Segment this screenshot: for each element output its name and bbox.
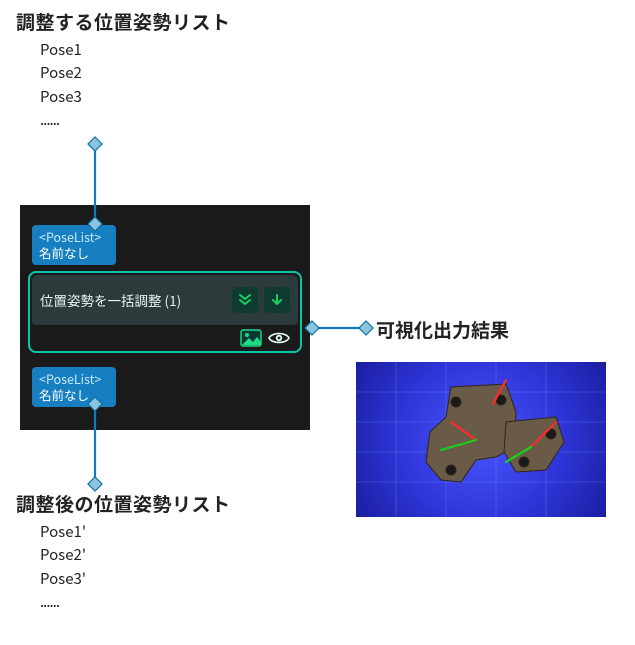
collapse-button[interactable] xyxy=(232,287,258,313)
viz-output-image xyxy=(356,362,606,517)
input-pose-list: Pose1 Pose2 Pose3 ...... xyxy=(40,38,82,131)
list-item: Pose1' xyxy=(40,520,86,543)
list-ellipsis: ...... xyxy=(40,590,86,613)
list-item: Pose1 xyxy=(40,38,82,61)
node-canvas: <PoseList> 名前なし 位置姿勢を一括調整 (1) xyxy=(20,205,310,430)
viz-output-label: 可視化出力結果 xyxy=(376,316,509,343)
node-frame[interactable]: 位置姿勢を一括調整 (1) xyxy=(28,271,302,353)
port-name: 名前なし xyxy=(39,245,109,261)
output-heading: 調整後の位置姿勢リスト xyxy=(16,490,231,517)
input-heading: 調整する位置姿勢リスト xyxy=(16,8,231,35)
list-item: Pose3 xyxy=(40,85,82,108)
input-port[interactable]: <PoseList> 名前なし xyxy=(32,225,116,265)
chevron-double-down-icon xyxy=(238,288,252,312)
arrow-button[interactable] xyxy=(264,287,290,313)
list-item: Pose3' xyxy=(40,567,86,590)
node-title: 位置姿勢を一括調整 (1) xyxy=(40,290,226,310)
eye-icon[interactable] xyxy=(268,330,290,346)
list-item: Pose2' xyxy=(40,543,86,566)
list-item: Pose2 xyxy=(40,61,82,84)
port-name: 名前なし xyxy=(39,387,109,403)
image-icon xyxy=(240,329,262,347)
list-ellipsis: ...... xyxy=(40,108,82,131)
output-port[interactable]: <PoseList> 名前なし xyxy=(32,367,116,407)
arrow-down-icon xyxy=(270,288,284,312)
output-pose-list: Pose1' Pose2' Pose3' ...... xyxy=(40,520,86,613)
node-body: 位置姿勢を一括調整 (1) xyxy=(32,275,298,325)
